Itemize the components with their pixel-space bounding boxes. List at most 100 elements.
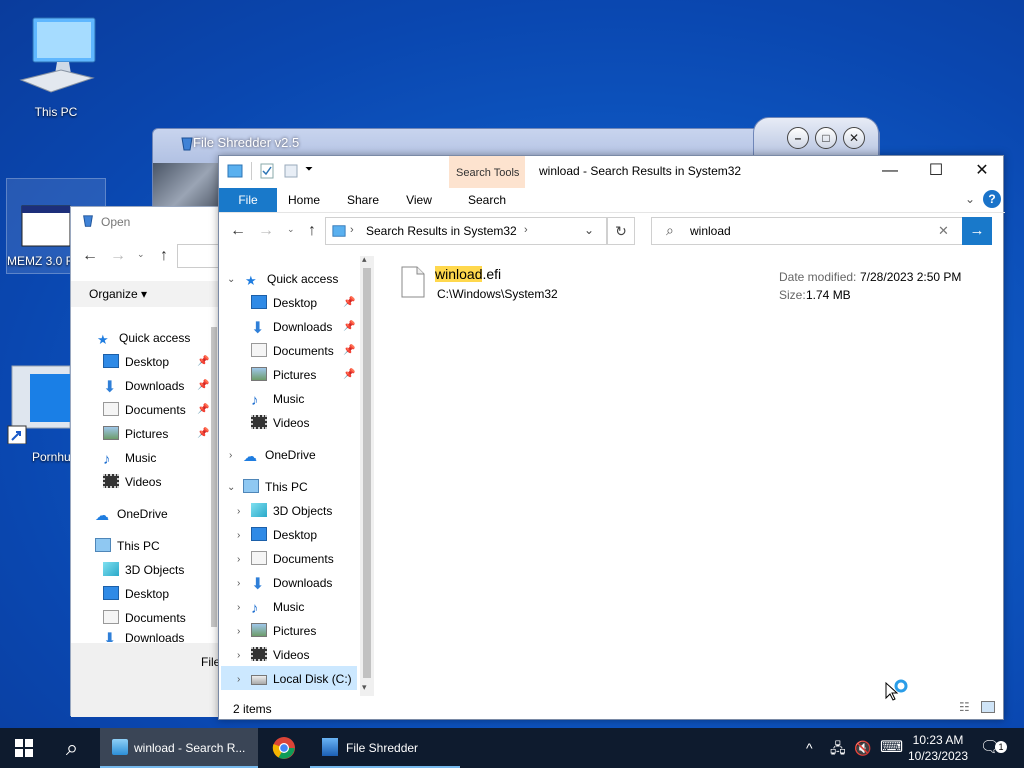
refresh-button[interactable]: ↻ — [607, 217, 635, 245]
nav-3d-objects[interactable]: 3D Objects — [251, 500, 332, 522]
nav-pictures-2[interactable]: Pictures — [251, 620, 316, 642]
tree-downloads-2[interactable]: ⬇ Downloads — [103, 627, 184, 642]
taskbar-explorer-item[interactable]: winload - Search R... — [100, 728, 258, 768]
open-address-bar[interactable] — [177, 244, 223, 268]
up-arrow-icon[interactable]: ↑ — [301, 220, 323, 242]
tab-file[interactable]: File — [219, 188, 277, 212]
nav-videos-2[interactable]: Videos — [251, 644, 309, 666]
nav-this-pc[interactable]: This PC — [243, 476, 308, 498]
tree-documents-2[interactable]: Documents — [103, 607, 186, 629]
nav-downloads-2[interactable]: ⬇ Downloads — [251, 572, 332, 594]
desktop-icon-this-pc[interactable]: This PC — [8, 14, 104, 119]
tab-search[interactable]: Search — [449, 188, 525, 212]
tree-pictures[interactable]: Pictures — [103, 423, 168, 445]
taskbar-shredder-item[interactable]: File Shredder — [310, 728, 460, 768]
chevron-down-icon[interactable]: ⌄ — [227, 482, 235, 493]
new-folder-icon[interactable] — [283, 163, 299, 179]
desktop-icon-pornhu[interactable]: Pornhu — [6, 364, 76, 464]
clear-search-icon[interactable]: ✕ — [938, 223, 949, 239]
address-bar[interactable]: › Search Results in System32 › ⌄ — [325, 217, 607, 245]
open-dialog[interactable]: Open ← → ⌄ ↑ Organize ▾ ★ Quick access De… — [70, 206, 223, 717]
file-name-highlight: winload — [435, 266, 483, 282]
start-button[interactable] — [0, 728, 48, 768]
volume-muted-icon[interactable]: 🔇 — [854, 728, 871, 768]
chevron-right-icon[interactable]: › — [229, 450, 232, 461]
back-arrow-icon[interactable]: ← — [227, 220, 249, 242]
search-go-button[interactable]: → — [962, 217, 992, 245]
nav-quick-access[interactable]: ★ Quick access — [245, 268, 338, 290]
tree-desktop-2[interactable]: Desktop — [103, 583, 169, 605]
shredder-close-button[interactable]: ✕ — [843, 127, 865, 149]
chevron-down-icon[interactable]: ⌄ — [227, 274, 235, 285]
customize-qat-icon[interactable]: ⏷ — [305, 164, 313, 175]
open-scrollbar[interactable] — [211, 327, 217, 627]
action-center-button[interactable]: 🗨 1 — [980, 728, 1010, 768]
address-dropdown-icon[interactable]: ⌄ — [584, 223, 594, 237]
nav-scroll-thumb[interactable] — [363, 268, 371, 678]
tree-music[interactable]: ♪ Music — [103, 447, 156, 469]
search-result-item[interactable]: winload.efi C:\Windows\System32 Date mod… — [399, 262, 979, 308]
tree-desktop[interactable]: Desktop — [103, 351, 169, 373]
keyboard-icon[interactable]: ⌨ — [880, 728, 903, 768]
nav-videos[interactable]: Videos — [251, 412, 309, 434]
search-input[interactable]: winload — [690, 224, 731, 238]
expand-ribbon-icon[interactable]: ⌄ — [965, 192, 975, 206]
nav-music[interactable]: ♪ Music — [251, 388, 304, 410]
recent-locations-icon[interactable]: ⌄ — [287, 224, 295, 235]
maximize-button[interactable]: ☐ — [913, 156, 959, 186]
tree-videos[interactable]: Videos — [103, 471, 161, 493]
chevron-right-icon[interactable]: › — [237, 506, 240, 517]
forward-arrow-icon[interactable]: → — [107, 245, 129, 267]
chevron-right-icon[interactable]: › — [237, 578, 240, 589]
clock[interactable]: 10:23 AM 10/23/2023 — [906, 728, 970, 768]
nav-music-2[interactable]: ♪ Music — [251, 596, 304, 618]
chevron-down-icon[interactable]: ⌄ — [137, 249, 145, 260]
tab-share[interactable]: Share — [337, 188, 389, 212]
up-arrow-icon[interactable]: ↑ — [153, 245, 175, 267]
nav-desktop-2[interactable]: Desktop — [251, 524, 317, 546]
taskbar-search-button[interactable]: ⌕ — [48, 728, 96, 768]
tree-documents[interactable]: Documents — [103, 399, 186, 421]
large-icons-view-icon[interactable] — [981, 701, 995, 713]
cloud-icon: ☁ — [243, 448, 257, 464]
tab-home[interactable]: Home — [279, 188, 329, 212]
help-icon[interactable]: ? — [983, 190, 1001, 208]
chevron-right-icon[interactable]: › — [237, 602, 240, 613]
nav-desktop[interactable]: Desktop — [251, 292, 317, 314]
nav-pictures[interactable]: Pictures — [251, 364, 316, 386]
nav-onedrive[interactable]: ☁ OneDrive — [243, 444, 316, 466]
nav-local-disk[interactable]: Local Disk (C:) — [251, 668, 352, 690]
tree-3d-objects[interactable]: 3D Objects — [103, 559, 184, 581]
search-box[interactable]: ⌕ winload ✕ → — [651, 217, 992, 245]
nav-documents-2[interactable]: Documents — [251, 548, 334, 570]
scroll-up-icon[interactable]: ▴ — [362, 254, 367, 265]
chevron-right-icon[interactable]: › — [237, 650, 240, 661]
nav-documents[interactable]: Documents — [251, 340, 334, 362]
properties-icon[interactable] — [259, 163, 275, 179]
details-view-icon[interactable]: ☷ — [959, 700, 970, 714]
close-button[interactable]: ✕ — [959, 156, 1005, 186]
tree-downloads[interactable]: ⬇ Downloads — [103, 375, 184, 397]
organize-button[interactable]: Organize ▾ — [89, 287, 147, 301]
tab-view[interactable]: View — [395, 188, 443, 212]
shredder-maximize-button[interactable]: □ — [815, 127, 837, 149]
forward-arrow-icon[interactable]: → — [255, 220, 277, 242]
back-arrow-icon[interactable]: ← — [79, 245, 101, 267]
nav-downloads[interactable]: ⬇ Downloads — [251, 316, 332, 338]
explorer-window[interactable]: ⏷ Search Tools winload - Search Results … — [218, 155, 1005, 720]
show-hidden-icons-icon[interactable]: ^ — [806, 728, 813, 768]
minimize-button[interactable]: — — [867, 156, 913, 186]
chevron-right-icon[interactable]: › — [237, 530, 240, 541]
chevron-right-icon[interactable]: › — [237, 554, 240, 565]
shredder-minimize-button[interactable]: – — [787, 127, 809, 149]
chevron-right-icon[interactable]: › — [237, 674, 240, 685]
chevron-right-icon[interactable]: › — [237, 626, 240, 637]
taskbar-chrome-item[interactable] — [260, 728, 308, 768]
network-icon[interactable]: 🖧 — [830, 728, 846, 768]
search-icon: ⌕ — [666, 222, 674, 238]
window-app-icon — [21, 205, 71, 247]
scroll-down-icon[interactable]: ▾ — [362, 682, 367, 693]
tree-quick-access[interactable]: ★ Quick access — [97, 327, 190, 349]
tree-this-pc[interactable]: This PC — [95, 535, 160, 557]
tree-onedrive[interactable]: ☁ OneDrive — [95, 503, 168, 525]
